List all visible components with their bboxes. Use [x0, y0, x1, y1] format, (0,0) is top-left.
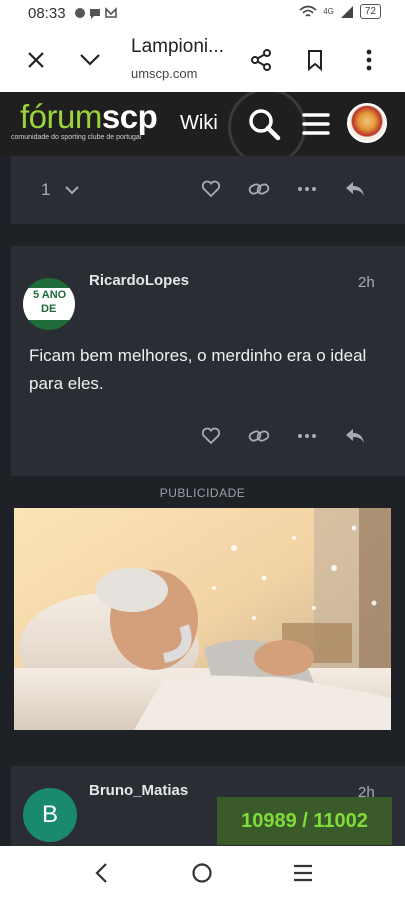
home-icon[interactable] — [189, 860, 215, 886]
search-icon[interactable] — [246, 106, 282, 142]
avatar-text: 5 ANO DE — [23, 288, 75, 320]
battery-icon: 72 — [359, 4, 381, 19]
more-vert-icon[interactable] — [353, 44, 385, 76]
ad-image[interactable] — [14, 508, 391, 730]
chevron-down-icon[interactable] — [74, 44, 106, 76]
network-label: 4G — [323, 7, 334, 16]
logo-subtitle: comunidade do sporting clube de portugal — [11, 134, 142, 141]
avatar-line-1: 5 ANO — [33, 289, 67, 301]
ad-image-illustration — [14, 508, 391, 730]
post-actions-left: 1 — [41, 178, 84, 202]
heart-icon[interactable] — [199, 177, 223, 201]
avatar[interactable]: 5 ANO DE — [23, 278, 75, 330]
topic-content: 1 5 ANO DE RicardoLopes 2h Ficam bem mel… — [0, 156, 405, 846]
ad-label: PUBLICIDADE — [159, 486, 246, 500]
link-icon[interactable] — [247, 177, 271, 201]
topic-progress-counter[interactable]: 10989 / 11002 — [217, 797, 392, 845]
share-icon[interactable] — [245, 44, 277, 76]
status-right: 4G 72 — [299, 4, 381, 19]
logo-bold: scp — [101, 98, 158, 135]
recents-icon[interactable] — [290, 860, 316, 886]
chevron-down-icon[interactable] — [60, 178, 84, 202]
more-horizontal-icon[interactable] — [295, 424, 319, 448]
like-count[interactable]: 1 — [41, 180, 50, 200]
post-actions — [199, 424, 367, 448]
system-nav-bar — [0, 846, 405, 900]
post-body: Ficam bem melhores, o merdinho era o ide… — [29, 346, 367, 393]
avatar[interactable]: B — [23, 788, 77, 842]
heart-icon[interactable] — [199, 424, 223, 448]
post-actions-right — [199, 177, 367, 201]
signal-icon — [340, 5, 353, 18]
forum-header: fórumscp comunidade do sporting clube de… — [0, 92, 405, 156]
avatar-line-2: DE — [41, 303, 57, 315]
reply-icon[interactable] — [343, 177, 367, 201]
more-horizontal-icon[interactable] — [295, 177, 319, 201]
browser-toolbar: Lampioni... umscp.com — [0, 28, 405, 92]
reply-icon[interactable] — [343, 424, 367, 448]
notification-icons — [74, 6, 120, 23]
wifi-icon — [299, 5, 317, 17]
back-icon[interactable] — [88, 860, 114, 886]
status-time: 08:33 — [28, 5, 66, 22]
user-avatar[interactable] — [347, 103, 387, 143]
logo-main: fórum — [20, 98, 102, 135]
bookmark-icon[interactable] — [299, 44, 331, 76]
post-time[interactable]: 2h — [358, 274, 375, 291]
post-card-previous: 1 — [11, 156, 405, 224]
link-icon[interactable] — [247, 424, 271, 448]
close-icon[interactable] — [20, 44, 52, 76]
menu-icon[interactable] — [298, 106, 334, 142]
page-url[interactable]: umscp.com — [131, 66, 197, 81]
notification-icons-svg — [75, 7, 117, 19]
post-username[interactable]: RicardoLopes — [89, 272, 189, 289]
post-username[interactable]: Bruno_Matias — [89, 782, 188, 799]
forum-logo[interactable]: fórumscp — [20, 98, 158, 136]
status-bar: 08:33 4G 72 — [0, 0, 405, 28]
page-title[interactable]: Lampioni... — [131, 36, 224, 58]
wiki-link[interactable]: Wiki — [180, 112, 218, 135]
